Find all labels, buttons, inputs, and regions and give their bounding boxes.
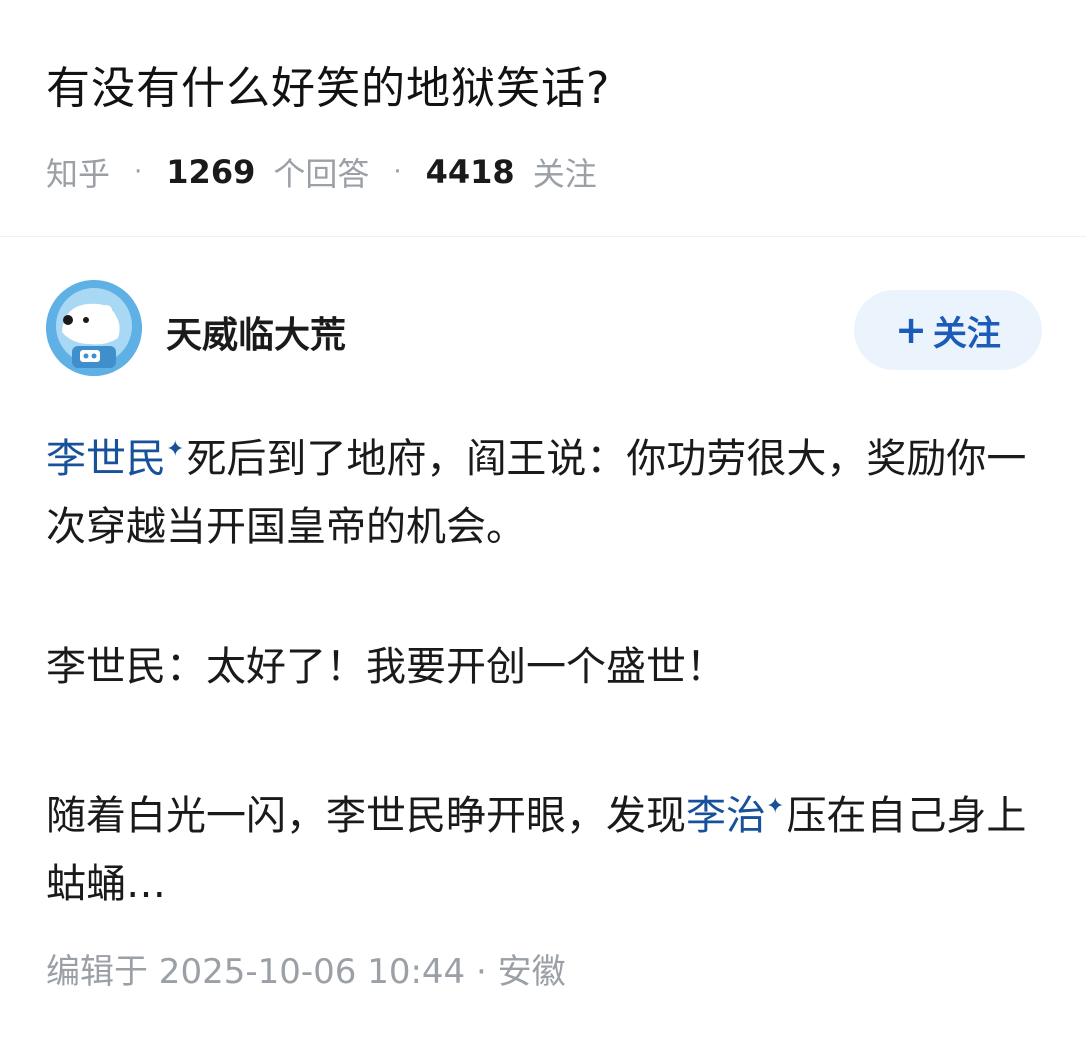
answer-paragraph: 李世民：太好了！我要开创一个盛世！ — [46, 633, 1046, 701]
answer-text: 李世民：太好了！我要开创一个盛世！ — [46, 644, 726, 690]
question-title[interactable]: 有没有什么好笑的地狱笑话? — [46, 52, 610, 116]
entity-link-li-zhi[interactable]: 李治 — [686, 793, 766, 839]
separator-dot: · — [134, 157, 143, 187]
answer-body: 李世民✦死后到了地府，阎王说：你功劳很大，奖励你一次穿越当开国皇帝的机会。 李世… — [46, 416, 1046, 990]
answer-count-suffix: 个回答 — [273, 155, 370, 193]
author-row: 天威临大荒 + 关注 — [46, 280, 1042, 380]
answer-text: 死后到了地府，阎王说：你功劳很大，奖励你一次穿越当开国皇帝的机会。 — [46, 436, 1027, 550]
question-meta: 知乎 · 1269 个回答 · 4418 关注 — [46, 150, 597, 194]
author-name[interactable]: 天威临大荒 — [166, 306, 346, 358]
polar-bear-astronaut-icon — [46, 280, 142, 376]
sparkle-icon: ✦ — [166, 437, 185, 462]
question-card: 有没有什么好笑的地狱笑话? 知乎 · 1269 个回答 · 4418 关注 — [0, 0, 1086, 237]
answer-paragraph: 李世民✦死后到了地府，阎王说：你功劳很大，奖励你一次穿越当开国皇帝的机会。 — [46, 416, 1046, 561]
edit-info: 编辑于 2025-10-06 10:44 · 安徽 — [46, 952, 566, 992]
separator-dot: · — [393, 157, 402, 187]
avatar[interactable] — [46, 280, 142, 376]
sparkle-icon: ✦ — [766, 794, 785, 819]
answer-text: 随着白光一闪，李世民睁开眼，发现 — [46, 793, 686, 839]
answer-count: 1269 — [166, 153, 256, 191]
plus-icon: + — [895, 308, 927, 352]
answer-paragraph: 随着白光一闪，李世民睁开眼，发现李治✦压在自己身上蛄蛹… — [46, 773, 1046, 918]
follower-count: 4418 — [425, 153, 515, 191]
follow-button-label: 关注 — [932, 313, 1001, 354]
source-label[interactable]: 知乎 — [46, 149, 110, 195]
follower-count-suffix: 关注 — [532, 155, 597, 193]
entity-link-li-shimin[interactable]: 李世民 — [46, 436, 166, 482]
follow-button[interactable]: + 关注 — [854, 290, 1042, 370]
